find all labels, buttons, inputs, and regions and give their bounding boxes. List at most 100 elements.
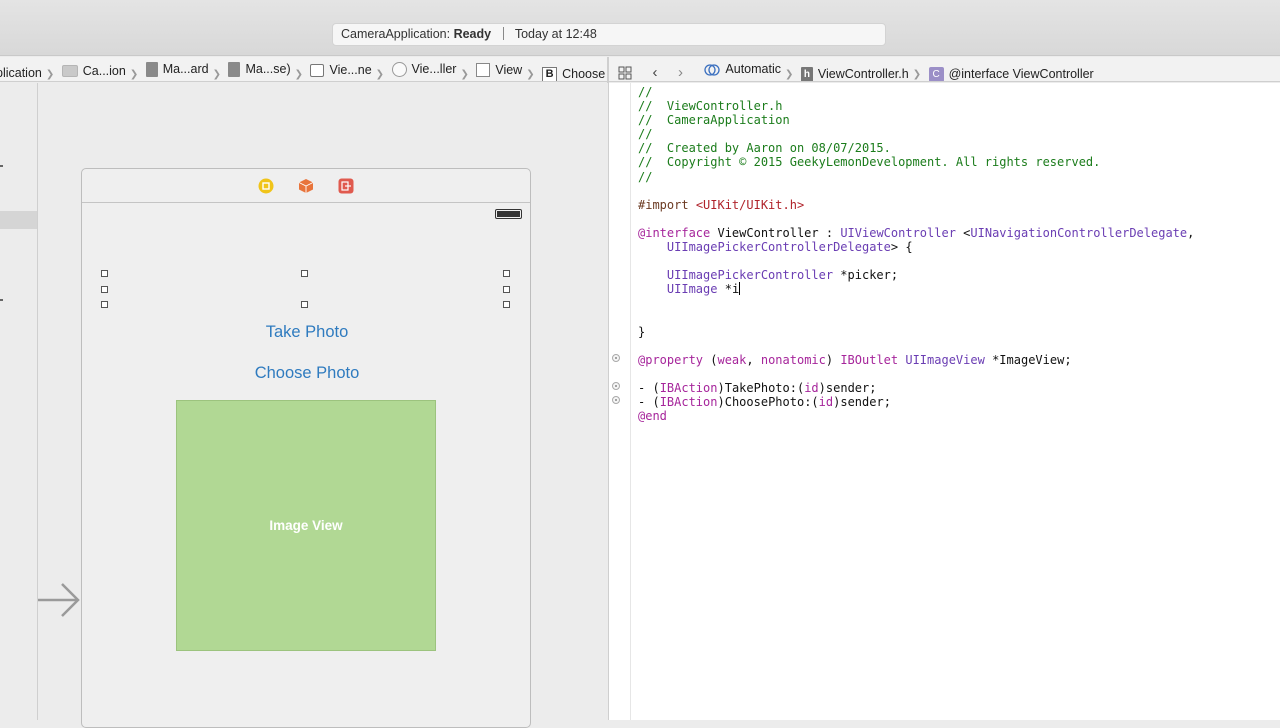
code-text-line: - (IBAction)ChoosePhoto:(id)sender; — [638, 395, 891, 410]
code-line: @property (weak, nonatomic) IBOutlet UII… — [638, 353, 1194, 367]
jump-bar-file[interactable]: h ViewController.h — [800, 62, 909, 81]
code-line: ​ — [638, 184, 1194, 198]
view-controller-dock-icon[interactable] — [258, 178, 274, 194]
jump-bar-item-label: Choose Photo — [562, 67, 608, 81]
jump-bar-symbol[interactable]: C @interface ViewController — [928, 62, 1094, 81]
jump-bar-item-label: plication — [0, 66, 42, 80]
code-line: ​ — [638, 254, 1194, 268]
chevron-right-icon: ❯ — [460, 69, 469, 80]
selection-handle[interactable] — [301, 270, 308, 277]
status-time: Today at 12:48 — [514, 27, 597, 41]
code-text-line: UIImagePickerControllerDelegate> { — [666, 240, 913, 255]
selection-handle[interactable] — [101, 286, 108, 293]
status-app-name: CameraApplication: — [341, 27, 451, 41]
jump-bar-item-label: Ca...ion — [82, 63, 126, 78]
code-line: // CameraApplication — [638, 113, 1194, 127]
code-line: UIImagePickerControllerDelegate> { — [638, 240, 1194, 254]
document-outline-divider[interactable] — [37, 83, 38, 720]
related-items-icon[interactable] — [618, 66, 632, 80]
initial-view-controller-arrow-icon[interactable] — [38, 580, 84, 620]
image-view[interactable]: Image View — [176, 400, 436, 651]
action-connection-icon[interactable] — [612, 396, 620, 404]
jump-bar-item-label: Ma...se) — [245, 62, 291, 76]
action-connection-icon[interactable] — [612, 382, 620, 390]
document-outline-selected-row[interactable] — [0, 211, 37, 229]
jump-bar-item-group[interactable]: Ca...ion — [61, 59, 126, 82]
code-line: // Created by Aaron on 08/07/2015. — [638, 141, 1194, 155]
chevron-right-icon: ❯ — [294, 69, 303, 80]
selection-handle[interactable] — [101, 301, 108, 308]
selection-handle[interactable] — [301, 301, 308, 308]
code-line: - (IBAction)ChoosePhoto:(id)sender; — [638, 395, 1194, 409]
chevron-right-icon: ❯ — [526, 69, 535, 80]
folder-icon — [61, 65, 78, 77]
storyboard-file-icon — [145, 62, 158, 77]
outline-disclosure-mark — [0, 165, 3, 167]
chevron-right-icon: ❯ — [45, 69, 55, 80]
chevron-right-icon: ❯ — [785, 68, 794, 80]
scene-dock — [82, 169, 530, 203]
jump-bar-item-project[interactable]: plication — [0, 61, 42, 81]
code-line: // ViewController.h — [638, 99, 1194, 113]
selection-handle[interactable] — [503, 301, 510, 308]
assistant-jump-bar: ‹ › Automatic ❯ h ViewController.h ❯ C @… — [609, 57, 1280, 82]
jump-bar-item-storyboard-base[interactable]: Ma...se) — [228, 57, 291, 81]
jump-bar-item-view[interactable]: View — [476, 58, 522, 82]
code-line: - (IBAction)TakePhoto:(id)sender; — [638, 381, 1194, 395]
selection-handle[interactable] — [503, 286, 510, 293]
jump-bar-item-label: Vie...ne — [329, 63, 372, 77]
code-comment: // Created by Aaron on 08/07/2015. — [638, 141, 891, 156]
code-text-line: @end — [638, 409, 667, 424]
code-line: // Copyright © 2015 GeekyLemonDevelopmen… — [638, 155, 1194, 169]
jump-bar-item-button[interactable]: B Choose Photo — [542, 62, 608, 81]
code-text[interactable]: //// ViewController.h// CameraApplicatio… — [638, 85, 1194, 423]
jump-bar-item-label: Ma...ard — [162, 62, 209, 76]
jump-bar-item-label: Vie...ller — [411, 62, 457, 76]
editor-gutter[interactable] — [609, 83, 631, 720]
chevron-right-icon: ❯ — [129, 69, 139, 80]
code-line: } — [638, 325, 1194, 339]
take-photo-button[interactable]: Take Photo — [82, 323, 532, 342]
jump-bar-file-label: ViewController.h — [817, 66, 909, 81]
code-text-line: #import <UIKit/UIKit.h> — [638, 197, 805, 212]
code-comment: // Copyright © 2015 GeekyLemonDevelopmen… — [638, 155, 1101, 170]
button-icon: B — [542, 67, 558, 81]
selection-handle[interactable] — [101, 270, 108, 277]
code-line: ​ — [638, 212, 1194, 226]
source-editor[interactable]: //// ViewController.h// CameraApplicatio… — [609, 83, 1280, 720]
forward-arrow-icon[interactable]: › — [669, 60, 691, 82]
jump-bar-item-view-controller[interactable]: Vie...ller — [391, 57, 457, 81]
chevron-right-icon: ❯ — [375, 69, 385, 80]
assistant-mode-selector[interactable]: Automatic — [704, 57, 782, 81]
code-comment: // — [638, 85, 653, 99]
first-responder-cube-icon[interactable] — [298, 178, 314, 194]
outlet-connection-icon[interactable] — [612, 354, 620, 362]
class-icon: C — [928, 66, 944, 81]
back-arrow-icon[interactable]: ‹ — [644, 60, 666, 82]
code-line: // — [638, 127, 1194, 141]
view-controller-scene[interactable]: Take Photo Choose Photo Image View — [81, 168, 531, 728]
image-view-label: Image View — [269, 518, 343, 533]
code-text-line: } — [638, 324, 646, 339]
code-text-line: @property (weak, nonatomic) IBOutlet UII… — [638, 352, 1072, 367]
assistant-mode-label: Automatic — [725, 62, 782, 76]
code-line: UIImage *i — [638, 282, 1194, 296]
code-line: // — [638, 170, 1194, 184]
code-line: #import <UIKit/UIKit.h> — [638, 198, 1194, 212]
code-text-line: @interface ViewController : UIViewContro… — [638, 225, 1195, 240]
text-caret — [739, 282, 741, 296]
code-line: @end — [638, 409, 1194, 423]
outline-disclosure-mark — [0, 299, 3, 301]
battery-icon — [495, 209, 522, 219]
storyboard-canvas[interactable]: Take Photo Choose Photo Image View — [0, 83, 608, 728]
chevron-right-icon: ❯ — [912, 68, 922, 80]
jump-bar-item-storyboard[interactable]: Ma...ard — [145, 57, 209, 81]
jump-bar-item-scene[interactable]: Vie...ne — [310, 58, 372, 81]
activity-status-bar: CameraApplication: Ready Today at 12:48 — [332, 23, 886, 46]
code-line: @interface ViewController : UIViewContro… — [638, 226, 1194, 240]
choose-photo-button[interactable]: Choose Photo — [82, 364, 532, 383]
toolbar: CameraApplication: Ready Today at 12:48 — [0, 0, 1280, 56]
storyboard-jump-bar: plication ❯ Ca...ion ❯ Ma...ard ❯ Ma...s… — [0, 57, 608, 82]
selection-handle[interactable] — [503, 270, 510, 277]
exit-dock-icon[interactable] — [338, 178, 354, 194]
